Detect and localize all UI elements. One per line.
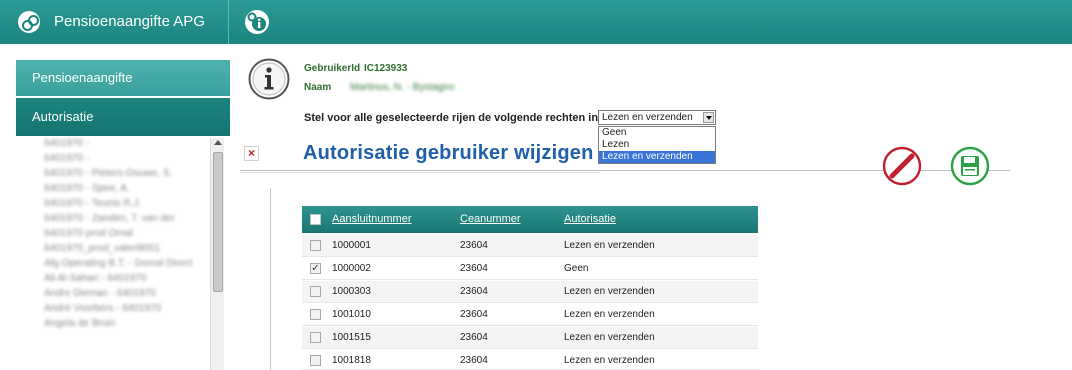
page-title: Autorisatie gebruiker wijzigen bbox=[303, 142, 594, 164]
sidebar-item-autorisatie[interactable]: Autorisatie bbox=[16, 98, 230, 136]
cell-autorisatie: Lezen en verzenden bbox=[564, 332, 655, 343]
cell-autorisatie: Lezen en verzenden bbox=[564, 309, 655, 320]
list-item[interactable]: Afg Operating B.T. - Domal Direct bbox=[30, 258, 210, 273]
cell-ceanummer: 23604 bbox=[460, 309, 488, 320]
close-icon: × bbox=[247, 146, 255, 160]
cell-aansluitnummer: 1001818 bbox=[332, 355, 371, 366]
list-item[interactable]: 6401970 prod Ornal bbox=[30, 228, 210, 243]
table-row[interactable]: ✓ 1000002 23604 Geen bbox=[302, 258, 758, 280]
top-bar: Pensioenaangifte APG bbox=[0, 0, 1072, 44]
list-item[interactable]: 6401970 - Pieters-Douwe, S. bbox=[30, 168, 210, 183]
list-item[interactable]: 6401970 - Zanden, T. van der bbox=[30, 213, 210, 228]
chevron-down-icon[interactable] bbox=[703, 112, 714, 123]
floppy-disk-icon[interactable] bbox=[950, 146, 990, 186]
cell-ceanummer: 23604 bbox=[460, 286, 488, 297]
cell-autorisatie: Lezen en verzenden bbox=[564, 240, 655, 251]
rights-options-list: Geen Lezen Lezen en verzenden bbox=[598, 126, 716, 164]
list-item[interactable]: 6401970 - Teunis R.J. bbox=[30, 198, 210, 213]
list-item[interactable]: André Voorbers - 6401970 bbox=[30, 303, 210, 318]
cell-aansluitnummer: 1001515 bbox=[332, 332, 371, 343]
table-header: Aansluitnummer Ceanummer Autorisatie bbox=[302, 206, 758, 233]
apg-logo-icon bbox=[18, 11, 40, 33]
column-header-ceanummer[interactable]: Ceanummer bbox=[460, 213, 521, 225]
user-id-label: GebruikerId bbox=[304, 63, 361, 74]
row-checkbox[interactable] bbox=[310, 355, 321, 366]
row-checkbox-checked[interactable]: ✓ bbox=[310, 263, 321, 274]
list-item[interactable]: 6401970 - bbox=[30, 138, 210, 153]
title-divider-shadow bbox=[240, 172, 600, 173]
list-item[interactable]: 6401970 - bbox=[30, 153, 210, 168]
user-name-label: Naam bbox=[304, 82, 332, 93]
cell-autorisatie: Lezen en verzenden bbox=[564, 286, 655, 297]
cell-aansluitnummer: 1000303 bbox=[332, 286, 371, 297]
row-checkbox[interactable] bbox=[310, 240, 321, 251]
cell-ceanummer: 23604 bbox=[460, 263, 488, 274]
list-item[interactable]: 6401970_prod_valeri8001 bbox=[30, 243, 210, 258]
table-row[interactable]: 1000001 23604 Lezen en verzenden bbox=[302, 235, 758, 257]
select-all-checkbox[interactable] bbox=[310, 214, 321, 225]
rights-select-value: Lezen en verzenden bbox=[602, 112, 693, 123]
close-button[interactable]: × bbox=[244, 146, 259, 161]
sidebar: Pensioenaangifte Autorisatie 6401970 - 6… bbox=[0, 44, 240, 370]
scroll-up-icon[interactable] bbox=[214, 140, 222, 145]
cell-ceanummer: 23604 bbox=[460, 240, 488, 251]
list-item[interactable]: Ali Al-Sahari - 6401970 bbox=[30, 273, 210, 288]
table-row[interactable]: 1001515 23604 Lezen en verzenden bbox=[302, 327, 758, 349]
row-checkbox[interactable] bbox=[310, 286, 321, 297]
cell-autorisatie: Lezen en verzenden bbox=[564, 355, 655, 366]
row-checkbox[interactable] bbox=[310, 309, 321, 320]
list-item[interactable]: Andre Dieman - 6401970 bbox=[30, 288, 210, 303]
row-checkbox[interactable] bbox=[310, 332, 321, 343]
option-geen[interactable]: Geen bbox=[599, 127, 715, 139]
user-list: 6401970 - 6401970 - 6401970 - Pieters-Do… bbox=[30, 138, 210, 333]
info-icon bbox=[248, 58, 290, 100]
user-name-value: Martinus, N. - Bystagno bbox=[350, 82, 455, 93]
scrollbar-thumb[interactable] bbox=[213, 152, 223, 292]
app-title: Pensioenaangifte APG bbox=[54, 13, 205, 30]
option-lezen-en-verzenden[interactable]: Lezen en verzenden bbox=[599, 151, 715, 163]
sidebar-scrollbar[interactable] bbox=[210, 138, 224, 370]
sidebar-item-label: Pensioenaangifte bbox=[32, 70, 133, 85]
topbar-divider bbox=[228, 0, 229, 44]
content-divider bbox=[270, 188, 271, 370]
list-item[interactable]: 6401970 - Spee, A. bbox=[30, 183, 210, 198]
rights-prompt: Stel voor alle geselecteerde rijen de vo… bbox=[304, 112, 602, 124]
column-header-autorisatie[interactable]: Autorisatie bbox=[564, 213, 616, 225]
cell-ceanummer: 23604 bbox=[460, 332, 488, 343]
cell-autorisatie: Geen bbox=[564, 263, 589, 274]
list-item[interactable]: Angela de Bruin bbox=[30, 318, 210, 333]
rights-select[interactable]: Lezen en verzenden bbox=[598, 110, 716, 125]
column-header-aansluitnummer[interactable]: Aansluitnummer bbox=[332, 213, 411, 225]
sidebar-item-pensioenaangifte[interactable]: Pensioenaangifte bbox=[16, 60, 230, 96]
cell-ceanummer: 23604 bbox=[460, 355, 488, 366]
cell-aansluitnummer: 1000002 bbox=[332, 263, 371, 274]
table-row[interactable]: 1001010 23604 Lezen en verzenden bbox=[302, 304, 758, 326]
table-row[interactable]: 1000303 23604 Lezen en verzenden bbox=[302, 281, 758, 303]
table-row[interactable]: 1001818 23604 Lezen en verzenden bbox=[302, 350, 758, 370]
option-lezen[interactable]: Lezen bbox=[599, 139, 715, 151]
cell-aansluitnummer: 1000001 bbox=[332, 240, 371, 251]
cell-aansluitnummer: 1001010 bbox=[332, 309, 371, 320]
sidebar-item-label: Autorisatie bbox=[32, 109, 94, 124]
no-entry-icon[interactable] bbox=[882, 146, 922, 186]
user-id-value: IC123933 bbox=[364, 63, 408, 74]
info-icon[interactable] bbox=[244, 9, 270, 35]
